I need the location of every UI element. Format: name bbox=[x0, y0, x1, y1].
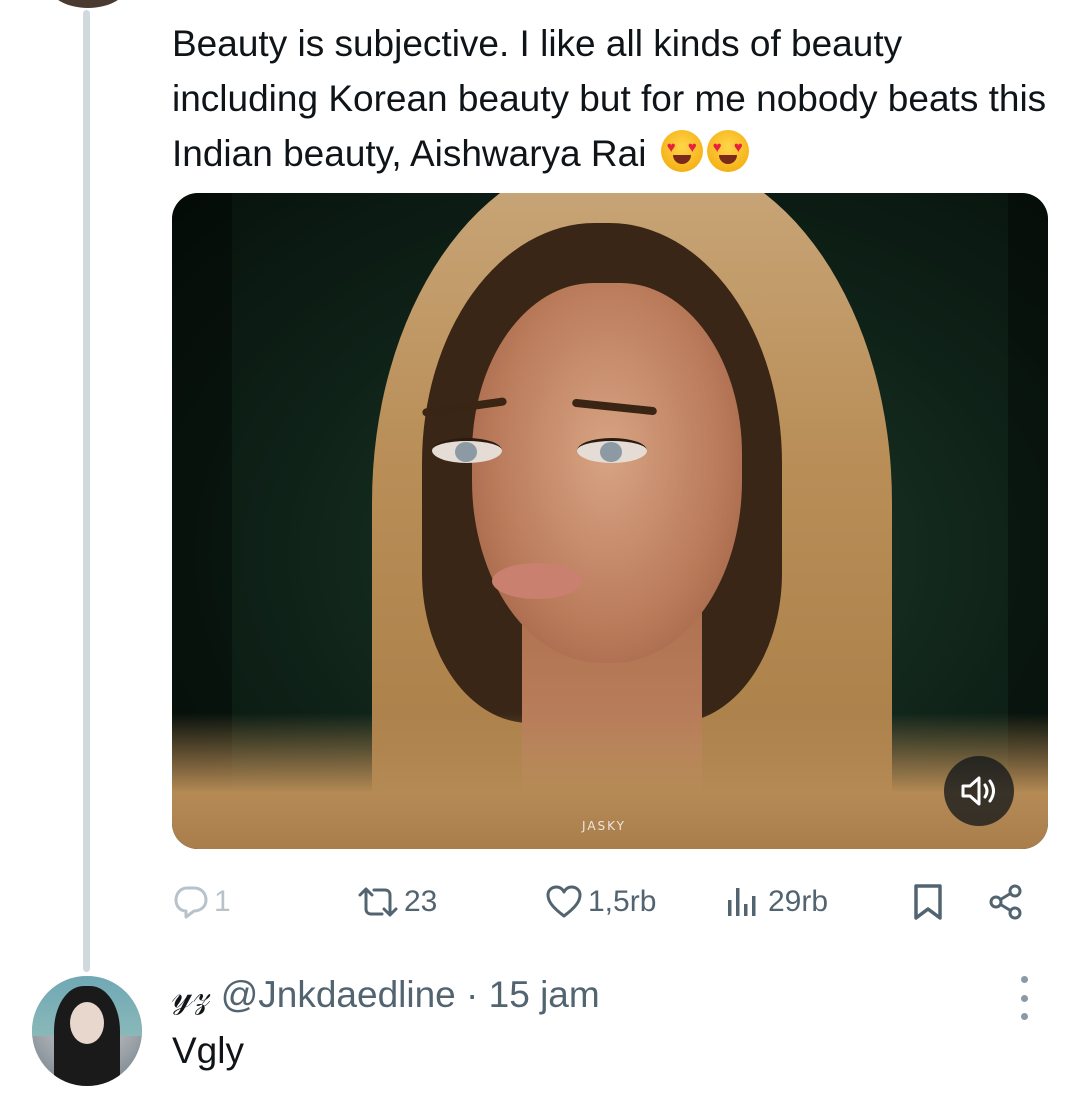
previous-author-avatar[interactable] bbox=[48, 0, 128, 8]
sound-toggle-button[interactable] bbox=[944, 756, 1014, 826]
heart-eyes-emoji: ♥ ♥ bbox=[706, 130, 749, 172]
retweet-count: 23 bbox=[404, 885, 438, 918]
bookmark-icon bbox=[914, 884, 942, 920]
bookmark-button[interactable] bbox=[910, 874, 946, 930]
reply-display-name[interactable]: 𝓎𝓏 bbox=[172, 974, 211, 1015]
tweet-video[interactable]: JASKY bbox=[172, 193, 1048, 849]
eye bbox=[577, 438, 647, 463]
eye bbox=[432, 438, 502, 463]
video-watermark: JASKY bbox=[582, 819, 626, 833]
views-chart-icon bbox=[728, 888, 756, 916]
tweet-text-body: Beauty is subjective. I like all kinds o… bbox=[172, 23, 1047, 174]
heart-icon bbox=[546, 885, 582, 918]
reply-button[interactable]: 1 bbox=[172, 874, 231, 930]
retweet-button[interactable]: 23 bbox=[356, 874, 437, 930]
reply-separator: · bbox=[466, 974, 479, 1015]
face bbox=[472, 283, 742, 663]
tweet-actions: 1 23 1,5rb 29rb bbox=[0, 874, 1080, 930]
views-button[interactable]: 29rb bbox=[724, 874, 828, 930]
heart-eyes-emoji: ♥ ♥ bbox=[660, 130, 703, 172]
reply-header: 𝓎𝓏 @Jnkdaedline · 15 jam bbox=[172, 970, 600, 1020]
reply-author-avatar[interactable] bbox=[32, 976, 142, 1086]
like-button[interactable]: 1,5rb bbox=[544, 874, 656, 930]
thread-line bbox=[83, 10, 90, 972]
tweet-text: Beauty is subjective. I like all kinds o… bbox=[172, 16, 1052, 181]
lips bbox=[492, 563, 582, 599]
more-options-icon[interactable] bbox=[1012, 976, 1036, 1020]
like-count: 1,5rb bbox=[588, 885, 657, 918]
share-icon bbox=[989, 884, 1022, 920]
reply-handle[interactable]: @Jnkdaedline bbox=[221, 974, 456, 1015]
reply-icon bbox=[174, 886, 208, 919]
reply-count: 1 bbox=[214, 885, 231, 918]
reply-timestamp[interactable]: 15 jam bbox=[489, 974, 600, 1015]
reply-text: Vgly bbox=[172, 1030, 244, 1071]
share-button[interactable] bbox=[986, 874, 1026, 930]
views-count: 29rb bbox=[768, 885, 829, 918]
retweet-icon bbox=[358, 887, 398, 917]
speaker-icon bbox=[961, 776, 995, 806]
